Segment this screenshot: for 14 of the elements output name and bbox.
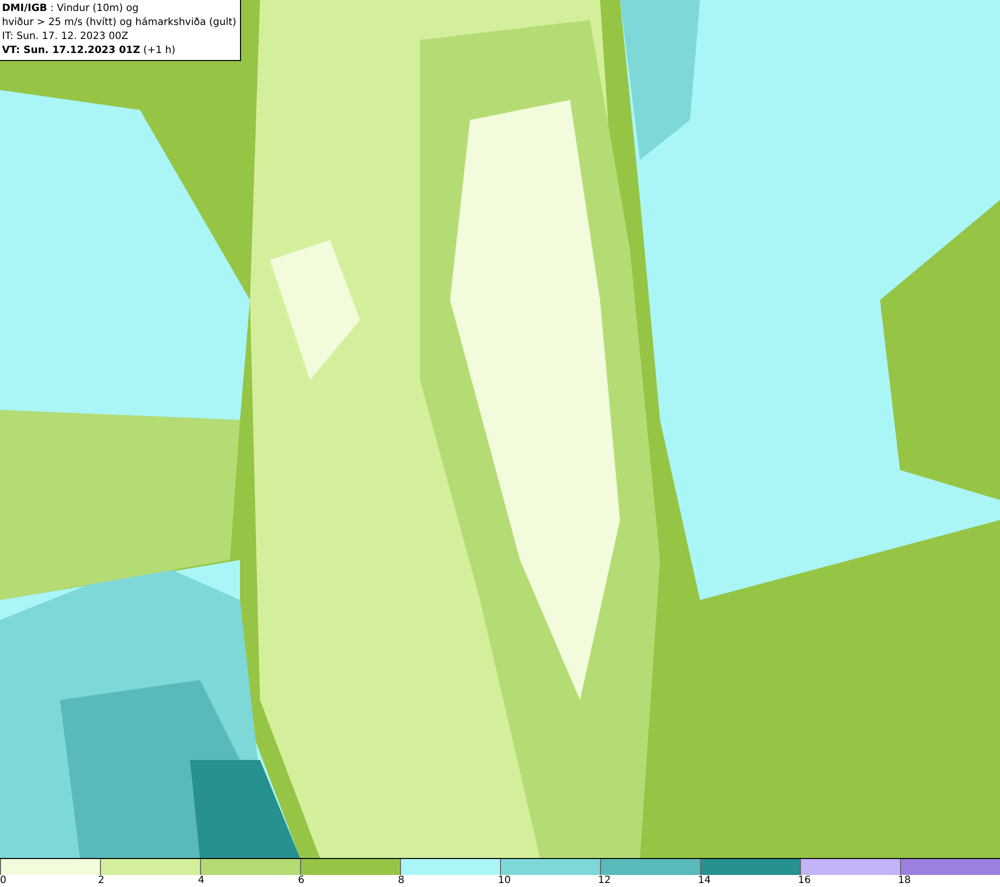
legend-label: 18 xyxy=(898,875,911,887)
legend-label: 8 xyxy=(398,875,404,887)
legend-label: 0 xyxy=(0,875,6,887)
legend-label: 12 xyxy=(598,875,611,887)
legend-label: 2 xyxy=(98,875,104,887)
legend-label: 10 xyxy=(498,875,511,887)
legend-label: 14 xyxy=(698,875,711,887)
info-text: DMI/IGB : Vindur (10m) og xyxy=(2,2,140,16)
legend-label: 4 xyxy=(198,875,204,887)
info-text: IT: Sun. 17. 12. 2023 00Z xyxy=(2,30,130,44)
info-text: hviður > 25 m/s (hvítt) og hámarkshviða (gult) xyxy=(2,16,236,30)
info-text: VT: Sun. 17.12.2023 01Z (+1 h) xyxy=(2,44,176,58)
legend-label: 16 xyxy=(798,875,811,887)
legend-label: 6 xyxy=(298,875,304,887)
